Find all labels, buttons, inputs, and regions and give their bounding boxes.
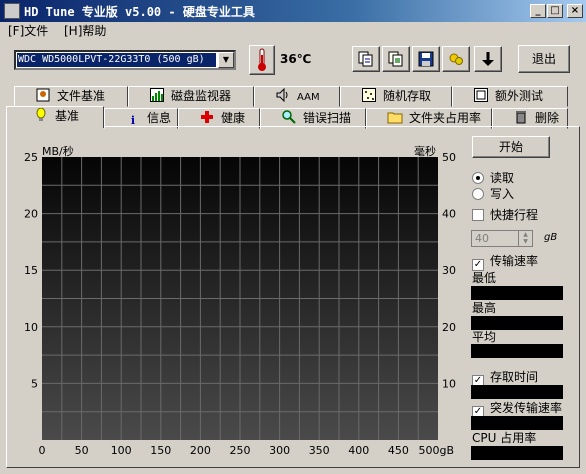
avg-value-box bbox=[471, 344, 563, 358]
x-tick-label: 200 bbox=[190, 444, 211, 457]
y-left-tick-label: 5 bbox=[31, 377, 38, 390]
short-stroke-unit: gB bbox=[544, 232, 558, 243]
access-time-box bbox=[471, 385, 563, 399]
x-tick-label: 250 bbox=[230, 444, 251, 457]
read-option[interactable]: 读取 bbox=[472, 170, 514, 186]
y-right-tick-label: 10 bbox=[442, 377, 456, 390]
min-label: 最低 bbox=[472, 271, 497, 285]
short-stroke-stepper[interactable]: 40 ▲ ▼ bbox=[471, 230, 533, 247]
transfer-rate-option[interactable]: ✓ 传输速率 bbox=[472, 253, 538, 271]
y-right-tick-label: 50 bbox=[442, 151, 456, 164]
start-button[interactable]: 开始 bbox=[472, 136, 550, 158]
x-tick-label: 350 bbox=[309, 444, 330, 457]
x-tick-label: 400 bbox=[348, 444, 369, 457]
x-tick-label: 100 bbox=[111, 444, 132, 457]
max-value-box bbox=[471, 316, 563, 330]
burst-rate-option[interactable]: ✓ 突发传输速率 bbox=[472, 400, 562, 418]
tab-benchmark[interactable]: 基准 bbox=[6, 106, 104, 128]
benchmark-icon bbox=[33, 107, 49, 122]
x-tick-label: 300 bbox=[269, 444, 290, 457]
short-stroke-checkbox[interactable] bbox=[472, 209, 484, 221]
min-value-box bbox=[471, 286, 563, 300]
cpu-usage-label: CPU 占用率 bbox=[472, 431, 537, 445]
cpu-usage-box bbox=[471, 446, 563, 460]
y-left-tick-label: 25 bbox=[24, 151, 38, 164]
x-tick-label: 0 bbox=[39, 444, 46, 457]
y-left-tick-label: 20 bbox=[24, 208, 38, 221]
stepper-arrows-icon[interactable]: ▲ ▼ bbox=[518, 231, 532, 246]
x-tick-label: 450 bbox=[388, 444, 409, 457]
write-radio[interactable] bbox=[472, 188, 484, 200]
avg-label: 平均 bbox=[472, 330, 497, 344]
y-right-tick-label: 30 bbox=[442, 264, 456, 277]
write-option[interactable]: 写入 bbox=[472, 186, 514, 202]
x-tick-label: 150 bbox=[150, 444, 171, 457]
y-left-tick-label: 10 bbox=[24, 321, 38, 334]
short-stroke-value: 40 bbox=[475, 232, 489, 245]
max-label: 最高 bbox=[472, 301, 497, 315]
short-stroke-option[interactable]: 快捷行程 bbox=[472, 207, 538, 223]
x-tick-label: 500gB bbox=[418, 444, 454, 457]
read-radio[interactable] bbox=[472, 172, 484, 184]
y-right-tick-label: 40 bbox=[442, 208, 456, 221]
burst-rate-box bbox=[471, 416, 563, 430]
y-left-tick-label: 15 bbox=[24, 264, 38, 277]
access-time-option[interactable]: ✓ 存取时间 bbox=[472, 369, 538, 387]
x-tick-label: 50 bbox=[75, 444, 89, 457]
y-right-tick-label: 20 bbox=[442, 321, 456, 334]
